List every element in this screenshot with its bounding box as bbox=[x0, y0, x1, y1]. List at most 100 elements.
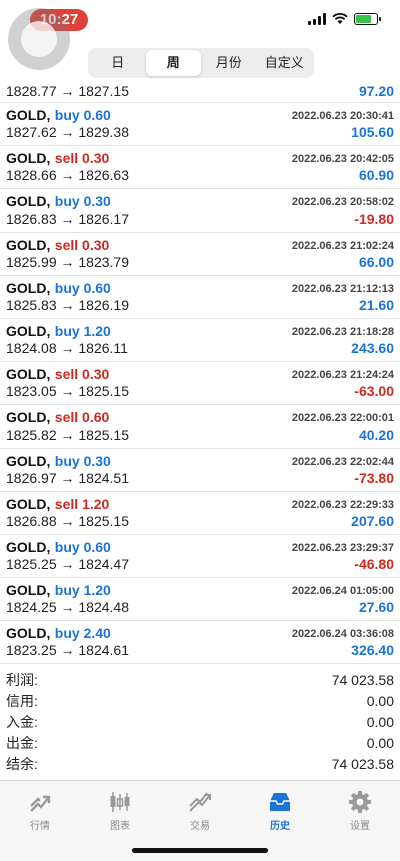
trade-profit: 40.20 bbox=[358, 426, 394, 443]
trade-profit: 21.60 bbox=[358, 296, 394, 313]
summary-deposit-row: 入金: 0.00 bbox=[0, 712, 400, 733]
trade-direction: buy 2.40 bbox=[54, 625, 111, 642]
summary-value: 0.00 bbox=[366, 693, 394, 709]
trade-row-partial[interactable]: 1828.77 → 1827.15 97.20 bbox=[0, 82, 400, 103]
bottom-tab-bar: 行情 图表 交易 历史 设置 bbox=[0, 780, 400, 861]
trade-datetime: 2022.06.23 21:12:13 bbox=[291, 282, 394, 295]
signal-icon bbox=[308, 13, 326, 25]
trade-profit: 66.00 bbox=[358, 253, 394, 270]
trade-prices: 1825.99 → 1823.79 bbox=[6, 253, 129, 270]
trade-direction: buy 0.60 bbox=[54, 538, 111, 555]
trade-datetime: 2022.06.23 21:02:24 bbox=[291, 239, 394, 252]
trade-profit: 97.20 bbox=[358, 83, 394, 99]
summary-balance-row: 结余: 74 023.58 bbox=[0, 754, 400, 775]
trade-symbol: GOLD, bbox=[6, 452, 51, 469]
tab-label: 图表 bbox=[110, 821, 130, 832]
trade-symbol: GOLD, bbox=[6, 538, 51, 555]
trade-symbol: GOLD, bbox=[6, 495, 51, 512]
trade-row[interactable]: GOLD, buy 1.20 2022.06.23 21:18:28 1824.08… bbox=[0, 319, 400, 363]
status-icons bbox=[308, 13, 381, 25]
summary-credit-row: 信用: 0.00 bbox=[0, 691, 400, 712]
trade-prices: 1826.88 → 1825.15 bbox=[6, 512, 129, 529]
assistive-touch-button[interactable] bbox=[8, 8, 70, 70]
trade-row[interactable]: GOLD, buy 0.60 2022.06.23 21:12:13 1825.83… bbox=[0, 276, 400, 319]
chart-icon bbox=[110, 792, 130, 812]
trade-direction: sell 1.20 bbox=[54, 495, 110, 512]
trade-prices: 1828.66 → 1826.63 bbox=[6, 167, 129, 184]
trade-prices: 1824.25 → 1824.48 bbox=[6, 599, 129, 616]
tab-label: 设置 bbox=[350, 821, 370, 832]
tab-label: 历史 bbox=[270, 821, 290, 832]
segment-day[interactable]: 日 bbox=[90, 50, 146, 76]
trade-row[interactable]: GOLD, buy 2.40 2022.06.24 03:36:08 1823.25… bbox=[0, 621, 400, 665]
history-icon bbox=[270, 793, 290, 811]
trade-row[interactable]: GOLD, buy 0.30 2022.06.23 22:02:44 1826.97… bbox=[0, 449, 400, 492]
summary-label: 结余: bbox=[6, 756, 38, 772]
trade-row[interactable]: GOLD, sell 0.30 2022.06.23 21:24:24 1823.0… bbox=[0, 362, 400, 406]
wifi-icon bbox=[332, 13, 348, 24]
trade-direction: buy 0.30 bbox=[54, 193, 111, 210]
gear-icon bbox=[349, 791, 371, 813]
summary-value: 74 023.58 bbox=[331, 756, 394, 772]
home-indicator bbox=[132, 848, 268, 853]
summary-profit-row: 利润: 74 023.58 bbox=[0, 670, 400, 691]
segment-week[interactable]: 周 bbox=[145, 50, 201, 76]
trade-prices: 1823.25 → 1824.61 bbox=[6, 642, 129, 659]
trade-profit: 326.40 bbox=[351, 642, 394, 659]
quotes-icon bbox=[30, 795, 51, 812]
summary-value: 0.00 bbox=[366, 714, 394, 730]
trade-datetime: 2022.06.23 21:24:24 bbox=[291, 369, 394, 382]
summary-value: 0.00 bbox=[366, 735, 394, 751]
trade-row[interactable]: GOLD, sell 0.30 2022.06.23 21:02:24 1825.9… bbox=[0, 233, 400, 276]
trade-profit: 243.60 bbox=[351, 340, 394, 357]
tab-label: 交易 bbox=[190, 821, 210, 832]
trade-datetime: 2022.06.23 22:00:01 bbox=[291, 412, 394, 425]
segment-custom[interactable]: 自定义 bbox=[257, 50, 313, 76]
trade-prices: 1825.83 → 1826.19 bbox=[6, 296, 129, 313]
summary-value: 74 023.58 bbox=[331, 672, 394, 688]
trade-symbol: GOLD, bbox=[6, 193, 51, 210]
trade-row[interactable]: GOLD, sell 1.20 2022.06.23 22:29:33 1826.8… bbox=[0, 492, 400, 535]
trade-symbol: GOLD, bbox=[6, 409, 51, 426]
trade-direction: sell 0.60 bbox=[54, 409, 110, 426]
trade-datetime: 2022.06.23 20:42:05 bbox=[291, 153, 394, 166]
trade-datetime: 2022.06.23 20:58:02 bbox=[291, 196, 394, 209]
trade-row[interactable]: GOLD, buy 0.60 2022.06.23 20:30:41 1827.62… bbox=[0, 103, 400, 147]
trade-direction: buy 0.60 bbox=[54, 279, 111, 296]
tab-settings[interactable]: 设置 bbox=[320, 781, 400, 861]
trade-symbol: GOLD, bbox=[6, 279, 51, 296]
trade-prices: 1825.82 → 1825.15 bbox=[6, 426, 129, 443]
trade-datetime: 2022.06.23 21:18:28 bbox=[291, 325, 394, 338]
trade-icon bbox=[189, 792, 211, 812]
summary-label: 入金: bbox=[6, 714, 38, 730]
trade-datetime: 2022.06.23 22:29:33 bbox=[291, 498, 394, 511]
tab-quotes[interactable]: 行情 bbox=[0, 781, 80, 861]
trade-row[interactable]: GOLD, sell 0.60 2022.06.23 22:00:01 1825.8… bbox=[0, 405, 400, 449]
period-segmented-control: 日 周 月份 自定义 bbox=[88, 48, 314, 78]
trade-symbol: GOLD, bbox=[6, 366, 51, 383]
trade-profit: 60.90 bbox=[358, 167, 394, 184]
trade-row[interactable]: GOLD, buy 1.20 2022.06.24 01:05:00 1824.25… bbox=[0, 578, 400, 622]
trade-symbol: GOLD, bbox=[6, 322, 51, 339]
trade-history-list: 1828.77 → 1827.15 97.20 GOLD, buy 0.60 20… bbox=[0, 82, 400, 665]
trade-prices: 1827.62 → 1829.38 bbox=[6, 124, 129, 141]
summary-label: 利润: bbox=[6, 672, 38, 688]
trade-symbol: GOLD, bbox=[6, 625, 51, 642]
trade-profit: 27.60 bbox=[358, 599, 394, 616]
trade-row[interactable]: GOLD, sell 0.30 2022.06.23 20:42:05 1828.6… bbox=[0, 146, 400, 190]
tab-label: 行情 bbox=[30, 821, 50, 832]
trade-row[interactable]: GOLD, buy 0.30 2022.06.23 20:58:02 1826.83… bbox=[0, 189, 400, 233]
trade-profit: -63.00 bbox=[354, 383, 394, 400]
trade-prices: 1825.25 → 1824.47 bbox=[6, 556, 129, 573]
trade-symbol: GOLD, bbox=[6, 582, 51, 599]
trade-direction: sell 0.30 bbox=[54, 150, 110, 167]
trade-row[interactable]: GOLD, buy 0.60 2022.06.23 23:29:37 1825.25… bbox=[0, 535, 400, 579]
trade-direction: sell 0.30 bbox=[54, 366, 110, 383]
trade-direction: buy 0.30 bbox=[54, 452, 111, 469]
battery-icon bbox=[354, 13, 381, 25]
trade-symbol: GOLD, bbox=[6, 150, 51, 167]
trade-profit: 105.60 bbox=[351, 124, 394, 141]
trade-prices: 1824.08 → 1826.11 bbox=[6, 340, 128, 357]
segment-month[interactable]: 月份 bbox=[201, 50, 257, 76]
trade-prices: 1826.83 → 1826.17 bbox=[6, 210, 129, 227]
